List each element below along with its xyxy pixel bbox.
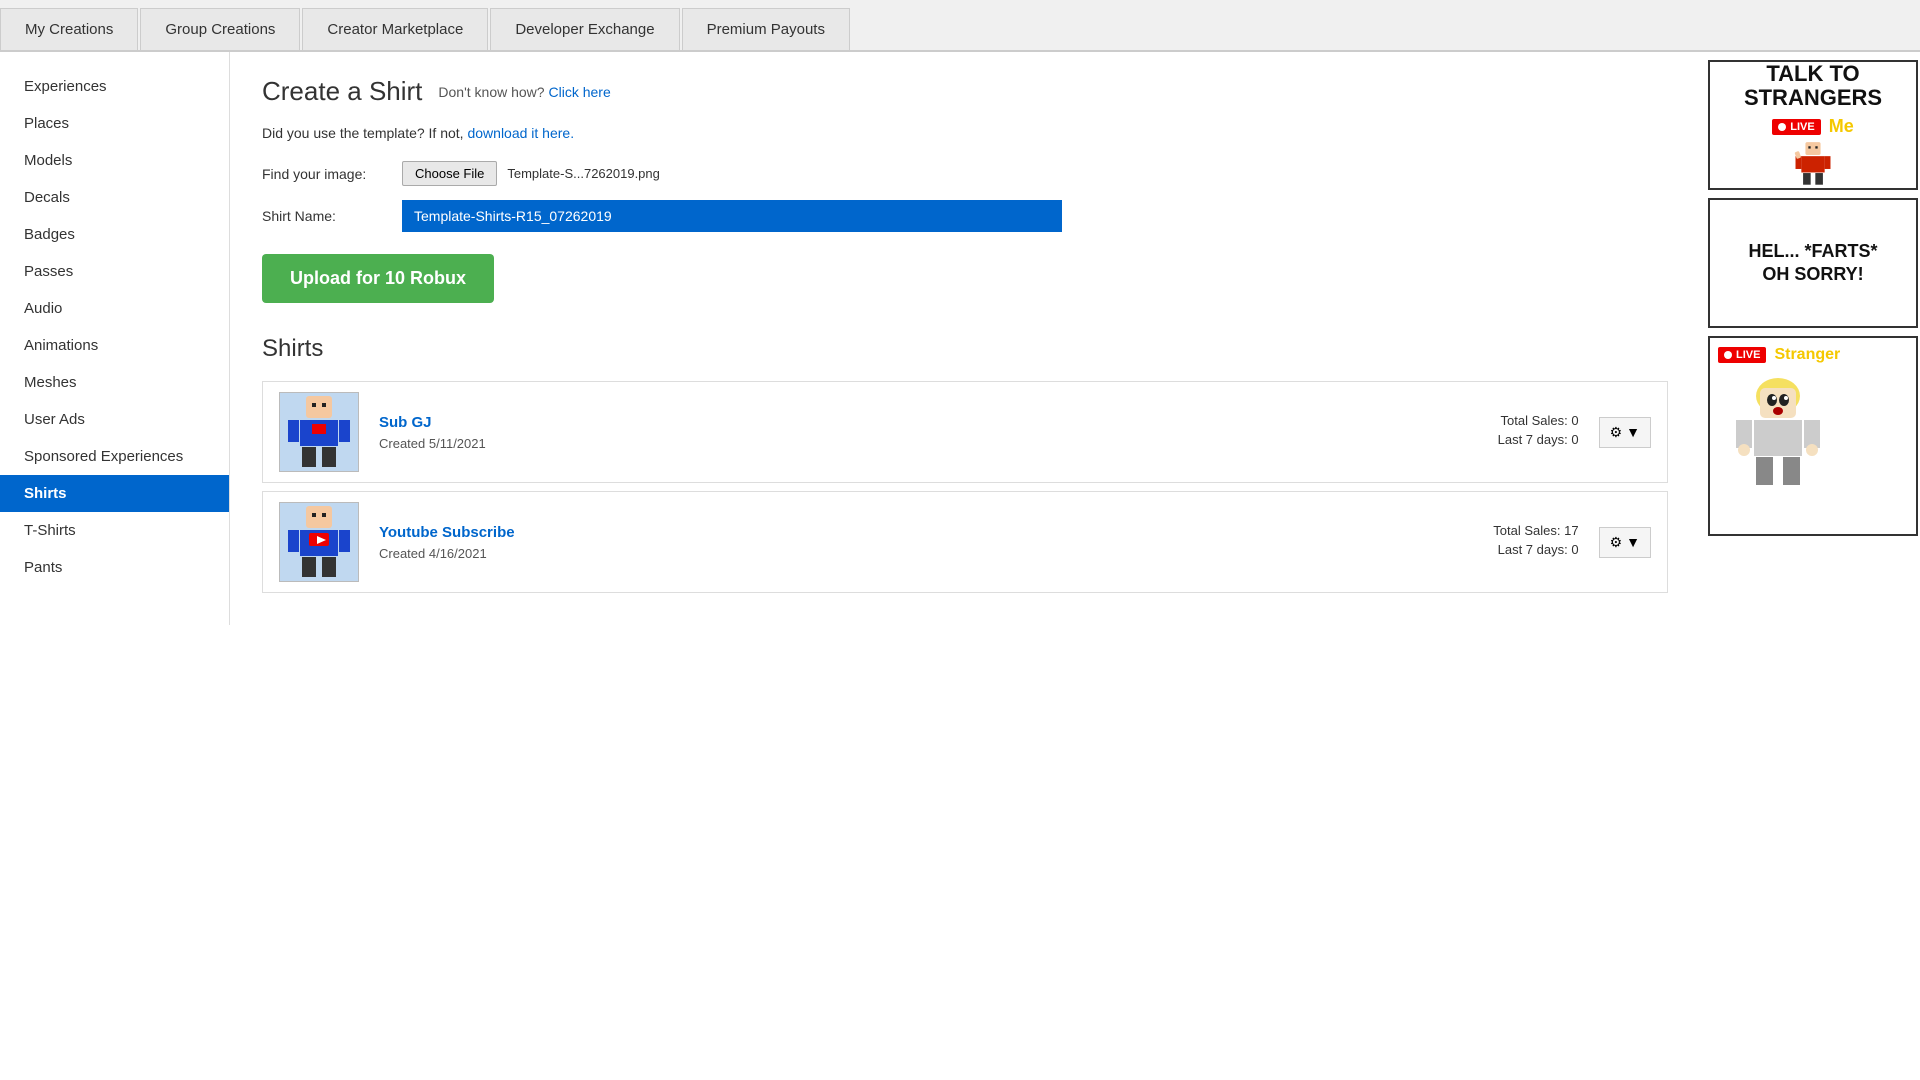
sidebar-item-tshirts[interactable]: T-Shirts — [0, 512, 229, 549]
dont-know-text: Don't know how? Click here — [438, 84, 610, 100]
ad1-character-svg — [1783, 141, 1843, 188]
shirt-thumb-svg-0 — [284, 392, 354, 472]
shirt-created-0: Created 5/11/2021 — [379, 436, 486, 451]
ad1-title-line1: TALK TO — [1744, 62, 1882, 86]
file-name-display: Template-S...7262019.png — [507, 166, 660, 181]
shirt-total-sales-1: Total Sales: 17 — [1399, 523, 1579, 538]
shirt-created-1: Created 4/16/2021 — [379, 546, 487, 561]
ad3-live-badge: LIVE — [1718, 347, 1766, 363]
top-nav: My Creations Group Creations Creator Mar… — [0, 0, 1920, 52]
tab-my-creations[interactable]: My Creations — [0, 8, 138, 50]
sidebar-item-shirts[interactable]: Shirts — [0, 475, 229, 512]
ad2-line2: OH SORRY! — [1762, 263, 1863, 286]
sidebar-item-badges[interactable]: Badges — [0, 216, 229, 253]
shirt-name-link-1[interactable]: Youtube Subscribe — [379, 524, 1399, 541]
live-dot-icon-2 — [1724, 351, 1732, 359]
chevron-down-icon-1: ▼ — [1626, 534, 1640, 550]
find-image-row: Find your image: Choose File Template-S.… — [262, 161, 1668, 186]
shirt-stats-1: Total Sales: 17 Last 7 days: 0 — [1399, 523, 1579, 561]
ad1-me-text: Me — [1829, 116, 1854, 137]
ad2-line1: HEL... *FARTS* — [1748, 240, 1877, 263]
create-shirt-title: Create a Shirt — [262, 76, 422, 107]
shirts-section: Shirts — [262, 335, 1668, 593]
sidebar-item-places[interactable]: Places — [0, 105, 229, 142]
tab-creator-marketplace[interactable]: Creator Marketplace — [302, 8, 488, 50]
sidebar-item-decals[interactable]: Decals — [0, 179, 229, 216]
shirt-gear-button-0[interactable]: ⚙ ▼ — [1599, 417, 1651, 448]
shirt-thumbnail-1 — [279, 502, 359, 582]
shirt-info-0: Sub GJ Created 5/11/2021 — [379, 414, 1399, 451]
download-template-link[interactable]: download it here. — [467, 125, 574, 141]
ad1-live-badge: LIVE — [1772, 119, 1820, 135]
shirt-total-sales-0: Total Sales: 0 — [1399, 413, 1579, 428]
live-dot-icon — [1778, 123, 1786, 131]
shirt-last7days-1: Last 7 days: 0 — [1399, 542, 1579, 557]
shirt-thumb-svg-1 — [284, 502, 354, 582]
ad-card-3[interactable]: LIVE Stranger — [1708, 336, 1918, 536]
ad3-character-svg — [1718, 368, 1838, 518]
shirt-stats-0: Total Sales: 0 Last 7 days: 0 — [1399, 413, 1579, 451]
sidebar-item-meshes[interactable]: Meshes — [0, 364, 229, 401]
content-area: Create a Shirt Don't know how? Click her… — [230, 52, 1700, 625]
sidebar-item-sponsored-experiences[interactable]: Sponsored Experiences — [0, 438, 229, 475]
shirt-item-0: Sub GJ Created 5/11/2021 Total Sales: 0 … — [262, 381, 1668, 483]
create-shirt-header: Create a Shirt Don't know how? Click her… — [262, 76, 1668, 107]
sidebar-item-passes[interactable]: Passes — [0, 253, 229, 290]
template-note: Did you use the template? If not, downlo… — [262, 125, 1668, 141]
chevron-down-icon-0: ▼ — [1626, 424, 1640, 440]
shirt-name-label: Shirt Name: — [262, 208, 402, 224]
tab-developer-exchange[interactable]: Developer Exchange — [490, 8, 679, 50]
shirt-gear-button-1[interactable]: ⚙ ▼ — [1599, 527, 1651, 558]
choose-file-button[interactable]: Choose File — [402, 161, 497, 186]
sidebar-item-animations[interactable]: Animations — [0, 327, 229, 364]
sidebar-item-models[interactable]: Models — [0, 142, 229, 179]
click-here-link[interactable]: Click here — [548, 84, 610, 100]
shirt-name-row: Shirt Name: — [262, 200, 1668, 232]
gear-icon-1: ⚙ — [1610, 534, 1623, 551]
shirt-last7days-0: Last 7 days: 0 — [1399, 432, 1579, 447]
sidebar-item-audio[interactable]: Audio — [0, 290, 229, 327]
main-layout: Experiences Places Models Decals Badges … — [0, 52, 1920, 625]
sidebar-item-experiences[interactable]: Experiences — [0, 68, 229, 105]
shirt-name-link-0[interactable]: Sub GJ — [379, 414, 1399, 431]
gear-icon-0: ⚙ — [1610, 424, 1623, 441]
ad3-stranger-text: Stranger — [1774, 346, 1840, 364]
sidebar: Experiences Places Models Decals Badges … — [0, 52, 230, 625]
ad-card-1[interactable]: TALK TO STRANGERS LIVE Me — [1708, 60, 1918, 190]
shirt-thumbnail-0 — [279, 392, 359, 472]
tab-group-creations[interactable]: Group Creations — [140, 8, 300, 50]
shirt-item-1: Youtube Subscribe Created 4/16/2021 Tota… — [262, 491, 1668, 593]
ad-card-2[interactable]: HEL... *FARTS* OH SORRY! — [1708, 198, 1918, 328]
ads-panel: TALK TO STRANGERS LIVE Me — [1700, 52, 1920, 625]
upload-button[interactable]: Upload for 10 Robux — [262, 254, 494, 303]
shirt-info-1: Youtube Subscribe Created 4/16/2021 — [379, 524, 1399, 561]
sidebar-item-pants[interactable]: Pants — [0, 549, 229, 586]
shirts-section-title: Shirts — [262, 335, 1668, 363]
shirt-name-input[interactable] — [402, 200, 1062, 232]
sidebar-item-user-ads[interactable]: User Ads — [0, 401, 229, 438]
tab-premium-payouts[interactable]: Premium Payouts — [682, 8, 850, 50]
find-image-label: Find your image: — [262, 166, 402, 182]
dont-know-label: Don't know how? — [438, 84, 544, 100]
ad1-title-line2: STRANGERS — [1744, 86, 1882, 110]
